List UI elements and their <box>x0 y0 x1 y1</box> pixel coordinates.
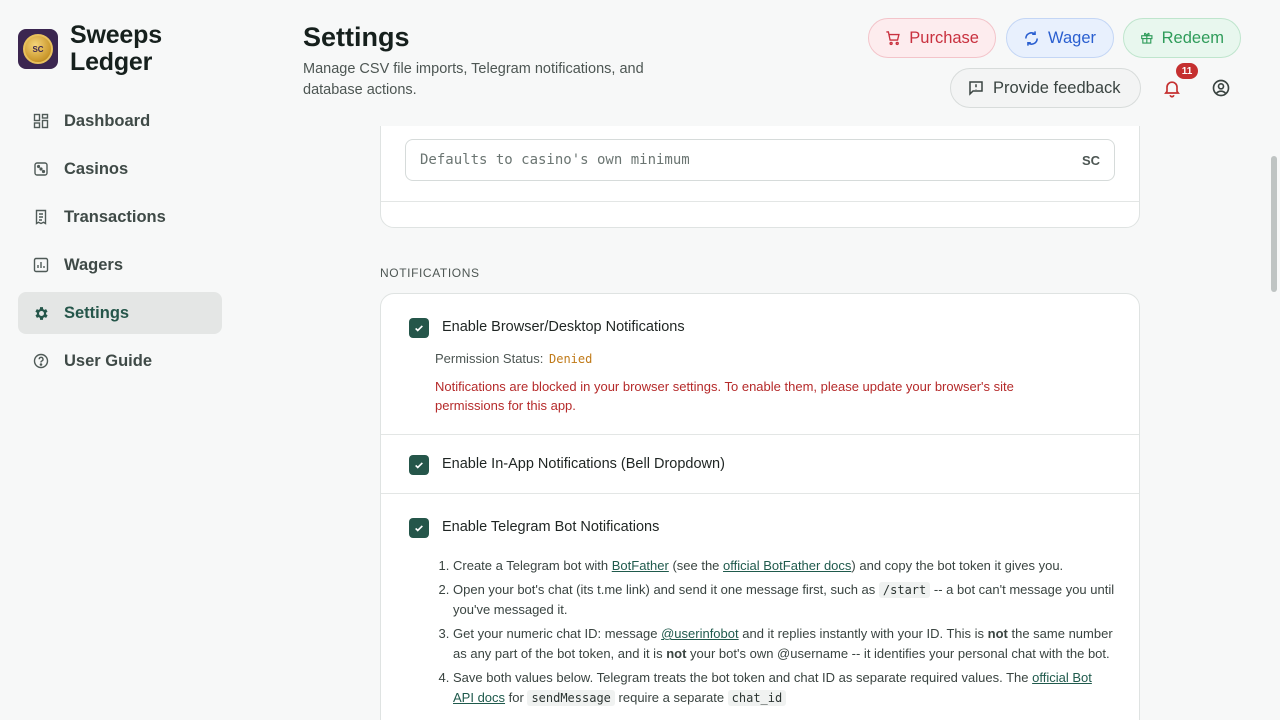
permission-status-label: Permission Status: <box>435 351 544 366</box>
sidebar-item-label: Casinos <box>64 159 129 178</box>
purchase-label: Purchase <box>909 28 979 47</box>
sc-unit-label: SC <box>1081 152 1100 168</box>
sidebar-nav: Dashboard Casinos Transactions Wagers Se… <box>18 100 222 388</box>
divider <box>381 201 1139 202</box>
bell-icon[interactable] <box>1162 78 1182 98</box>
feedback-icon <box>969 81 983 96</box>
dashboard-icon <box>32 112 50 130</box>
list-item: Create a Telegram bot with BotFather (se… <box>453 556 1115 576</box>
browser-notifications-label[interactable]: Enable Browser/Desktop Notifications <box>442 319 685 335</box>
sidebar-item-label: Dashboard <box>64 111 151 130</box>
gift-icon <box>1141 32 1153 44</box>
minimum-input[interactable] <box>420 152 1082 168</box>
app-logo: SC <box>18 29 58 69</box>
scrollbar-thumb[interactable] <box>1271 156 1277 292</box>
refresh-icon <box>1025 30 1038 46</box>
sidebar-item-label: Settings <box>64 303 130 322</box>
divider <box>381 493 1139 494</box>
sidebar-item-label: User Guide <box>64 351 153 370</box>
feedback-label: Provide feedback <box>993 78 1121 97</box>
purchase-button[interactable]: Purchase <box>868 18 996 58</box>
gear-icon <box>32 304 50 322</box>
telegram-notifications-label[interactable]: Enable Telegram Bot Notifications <box>442 519 659 535</box>
in-app-notifications-label[interactable]: Enable In-App Notifications (Bell Dropdo… <box>442 456 725 472</box>
list-item: Open your bot's chat (its t.me link) and… <box>453 580 1115 620</box>
wager-button[interactable]: Wager <box>1006 18 1114 58</box>
permission-status: Permission Status: Denied <box>435 351 592 366</box>
in-app-notifications-checkbox[interactable] <box>409 455 429 475</box>
page-title: Settings <box>303 22 410 52</box>
telegram-notifications-checkbox[interactable] <box>409 518 429 538</box>
permission-status-value: Denied <box>549 352 593 366</box>
page-header: Settings Manage CSV file imports, Telegr… <box>240 0 1280 126</box>
telegram-setup-steps: Create a Telegram bot with BotFather (se… <box>435 556 1115 712</box>
sidebar-item-wagers[interactable]: Wagers <box>18 244 222 286</box>
settings-content: SC NOTIFICATIONS Enable Browser/Desktop … <box>240 126 1268 720</box>
brand-name: Sweeps Ledger <box>70 21 162 76</box>
check-icon <box>415 325 423 332</box>
receipt-icon <box>32 208 50 226</box>
botfather-link[interactable]: BotFather <box>612 558 669 573</box>
divider <box>381 434 1139 435</box>
help-icon <box>32 352 50 370</box>
account-icon[interactable] <box>1211 78 1231 98</box>
check-icon <box>415 462 423 469</box>
redeem-button[interactable]: Redeem <box>1123 18 1241 58</box>
redeem-label: Redeem <box>1161 28 1224 47</box>
notification-count-badge: 11 <box>1176 63 1198 79</box>
minimum-redeem-field[interactable]: SC <box>405 139 1115 181</box>
feedback-button[interactable]: Provide feedback <box>950 68 1141 108</box>
sidebar-item-dashboard[interactable]: Dashboard <box>18 100 222 142</box>
chat-id-code: chat_id <box>727 690 787 706</box>
notifications-blocked-message: Notifications are blocked in your browse… <box>435 379 1014 413</box>
coin-logo-icon: SC <box>23 34 53 64</box>
botfather-docs-link[interactable]: official BotFather docs <box>723 558 851 573</box>
list-item: Get your numeric chat ID: message @useri… <box>453 624 1115 664</box>
check-icon <box>415 525 423 532</box>
notifications-section-title: NOTIFICATIONS <box>380 266 480 280</box>
browser-notifications-checkbox[interactable] <box>409 318 429 338</box>
list-item: Save both values below. Telegram treats … <box>453 668 1115 708</box>
cart-icon <box>886 31 900 46</box>
chart-icon <box>32 256 50 274</box>
sidebar-item-user-guide[interactable]: User Guide <box>18 340 222 382</box>
sidebar-item-label: Transactions <box>64 207 166 226</box>
userinfobot-link[interactable]: @userinfobot <box>661 626 739 641</box>
page-scrollbar[interactable] <box>1268 126 1280 720</box>
start-command: /start <box>878 582 931 598</box>
sidebar-item-settings[interactable]: Settings <box>18 292 222 334</box>
wager-label: Wager <box>1048 28 1096 47</box>
page-subtitle: Manage CSV file imports, Telegram notifi… <box>303 61 644 98</box>
sidebar-item-label: Wagers <box>64 255 123 274</box>
sidebar-item-transactions[interactable]: Transactions <box>18 196 222 238</box>
dice-icon <box>32 160 50 178</box>
brand[interactable]: SC Sweeps Ledger <box>18 22 180 76</box>
sendmessage-code: sendMessage <box>527 690 615 706</box>
notifications-card: Enable Browser/Desktop Notifications Per… <box>380 293 1140 720</box>
sidebar-item-casinos[interactable]: Casinos <box>18 148 222 190</box>
minimum-settings-card: SC <box>380 126 1140 228</box>
sidebar: SC Sweeps Ledger Dashboard Casinos Trans… <box>0 0 240 720</box>
